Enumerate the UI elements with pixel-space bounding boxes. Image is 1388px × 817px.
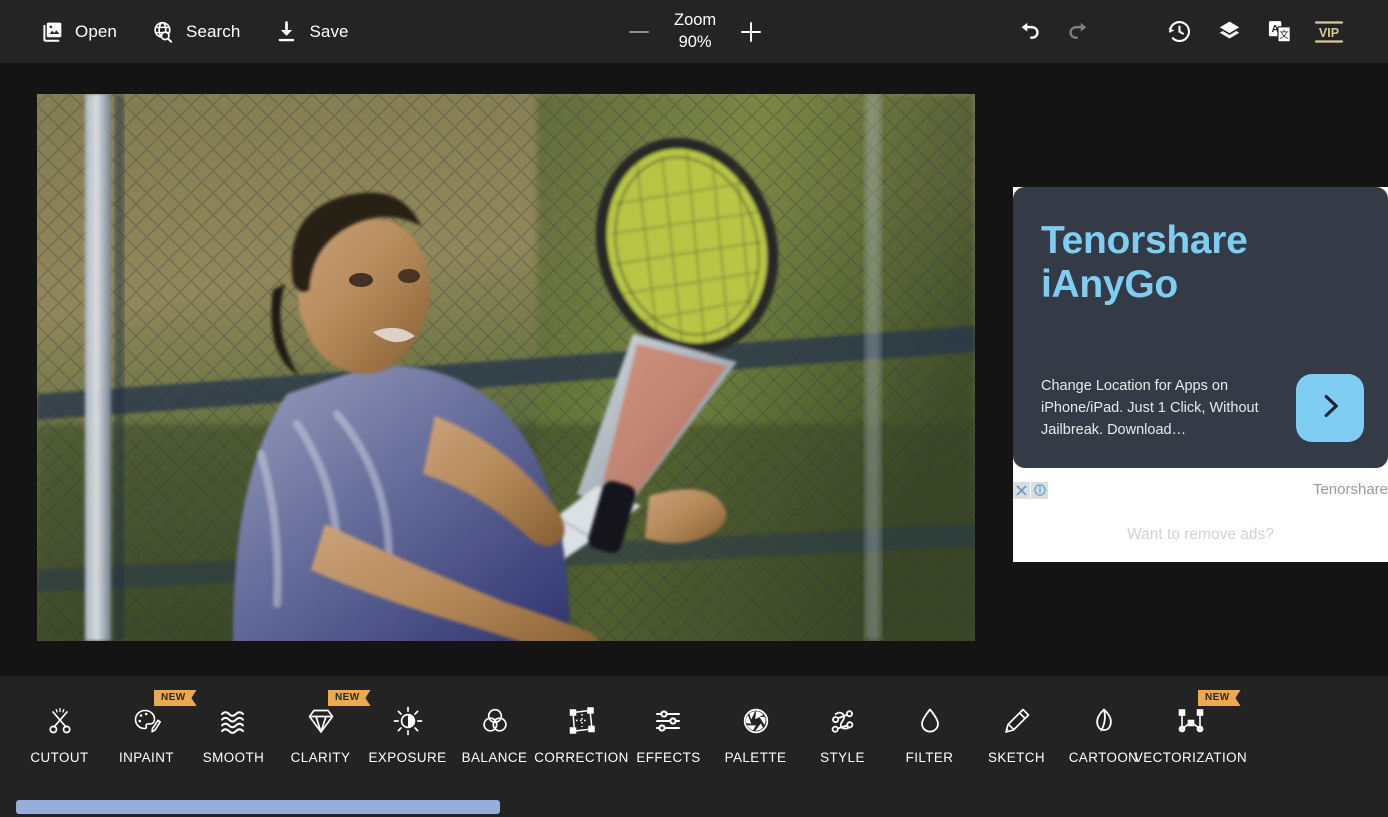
undo-button[interactable] [1004, 7, 1054, 57]
tool-label: SMOOTH [203, 750, 264, 765]
translate-icon: A 文 [1266, 18, 1293, 45]
image-editor-app: Open Search [0, 0, 1388, 817]
new-badge: NEW [1198, 690, 1241, 706]
tool-label: VECTORIZATION [1134, 750, 1247, 765]
tools-toolbar: CUTOUT NEW INPAINT [0, 676, 1388, 817]
tool-correction[interactable]: CORRECTION [538, 676, 625, 765]
file-actions-group: Open Search [0, 19, 349, 44]
image-canvas[interactable] [37, 94, 975, 641]
translate-button[interactable]: A 文 [1254, 7, 1304, 57]
save-button-label: Save [309, 22, 348, 42]
layers-button[interactable] [1204, 7, 1254, 57]
chevron-right-icon [1315, 391, 1345, 426]
zoom-readout: Zoom 90% [674, 10, 716, 52]
top-toolbar-right-group: A 文 VIP [1004, 0, 1388, 63]
tool-effects[interactable]: EFFECTS [625, 676, 712, 765]
zoom-in-button[interactable] [738, 19, 764, 45]
advertisement-panel: Tenorshare iAnyGo Change Location for Ap… [1013, 187, 1388, 563]
tool-label: BALANCE [462, 750, 528, 765]
tool-label: INPAINT [119, 750, 174, 765]
scissors-icon [44, 700, 76, 742]
leaf-icon [1088, 700, 1120, 742]
save-download-icon [274, 19, 299, 44]
ad-description: Change Location for Apps on iPhone/iPad.… [1041, 375, 1279, 441]
history-icon [1166, 18, 1193, 45]
sliders-icon [653, 700, 685, 742]
tool-filter[interactable]: FILTER [886, 676, 973, 765]
top-toolbar: Open Search [0, 0, 1388, 63]
tool-exposure[interactable]: EXPOSURE [364, 676, 451, 765]
vip-button[interactable]: VIP [1304, 7, 1354, 57]
tool-smooth[interactable]: SMOOTH [190, 676, 277, 765]
diamond-icon [305, 700, 337, 742]
tool-label: STYLE [820, 750, 865, 765]
tennis-photo [37, 94, 975, 641]
zoom-controls: Zoom 90% [626, 0, 764, 63]
tool-balance[interactable]: BALANCE [451, 676, 538, 765]
ad-creative[interactable]: Tenorshare iAnyGo Change Location for Ap… [1013, 187, 1388, 468]
search-button-label: Search [186, 22, 240, 42]
zoom-value: 90% [674, 32, 716, 53]
zoom-out-button[interactable] [626, 19, 652, 45]
search-globe-icon [151, 19, 176, 44]
ad-advertiser-name: Tenorshare [1313, 479, 1388, 501]
tool-label: SKETCH [988, 750, 1045, 765]
zoom-label: Zoom [674, 10, 716, 31]
ad-attribution-bar: Tenorshare [1013, 479, 1388, 501]
tool-style[interactable]: STYLE [799, 676, 886, 765]
ad-info-button[interactable] [1031, 482, 1048, 499]
layers-icon [1216, 18, 1243, 45]
ad-footer-row: Change Location for Apps on iPhone/iPad.… [1041, 374, 1364, 442]
vip-badge-icon: VIP [1312, 16, 1346, 48]
tool-inpaint[interactable]: NEW INPAINT [103, 676, 190, 765]
brightness-icon [392, 700, 424, 742]
nodes-path-icon [827, 700, 859, 742]
tool-cutout[interactable]: CUTOUT [16, 676, 103, 765]
vector-nodes-icon [1175, 700, 1207, 742]
ad-close-button[interactable] [1013, 482, 1030, 499]
ad-cta-button[interactable] [1296, 374, 1364, 442]
palette-brush-icon [131, 700, 163, 742]
tool-label: CUTOUT [30, 750, 88, 765]
ad-title: Tenorshare iAnyGo [1041, 219, 1360, 306]
color-circles-icon [479, 700, 511, 742]
tool-palette[interactable]: PALETTE [712, 676, 799, 765]
tool-label: EXPOSURE [368, 750, 446, 765]
svg-text:VIP: VIP [1319, 26, 1339, 40]
tools-scrollbar-thumb[interactable] [16, 800, 500, 814]
canvas-area[interactable]: Tenorshare iAnyGo Change Location for Ap… [0, 63, 1388, 676]
tool-label: CARTOON [1069, 750, 1139, 765]
search-button[interactable]: Search [151, 19, 240, 44]
perspective-grid-icon [566, 700, 598, 742]
tool-label: CORRECTION [534, 750, 629, 765]
tool-sketch[interactable]: SKETCH [973, 676, 1060, 765]
open-image-icon [40, 19, 65, 44]
svg-text:文: 文 [1279, 29, 1289, 41]
tools-strip: CUTOUT NEW INPAINT [0, 676, 1234, 794]
open-button-label: Open [75, 22, 117, 42]
tool-label: EFFECTS [636, 750, 700, 765]
pencil-icon [1001, 700, 1033, 742]
history-button[interactable] [1154, 7, 1204, 57]
tool-label: PALETTE [725, 750, 787, 765]
redo-button[interactable] [1054, 7, 1104, 57]
waves-icon [218, 700, 250, 742]
aperture-icon [740, 700, 772, 742]
save-button[interactable]: Save [274, 19, 348, 44]
redo-icon [1066, 19, 1092, 45]
tool-label: FILTER [906, 750, 954, 765]
remove-ads-link[interactable]: Want to remove ads? [1013, 526, 1388, 544]
tool-clarity[interactable]: NEW CLARITY [277, 676, 364, 765]
tool-vectorization[interactable]: NEW VECTORIZATION [1147, 676, 1234, 765]
undo-icon [1016, 19, 1042, 45]
droplet-icon [914, 700, 946, 742]
tool-label: CLARITY [291, 750, 351, 765]
open-button[interactable]: Open [40, 19, 117, 44]
tools-scrollbar-track[interactable] [0, 795, 1388, 817]
